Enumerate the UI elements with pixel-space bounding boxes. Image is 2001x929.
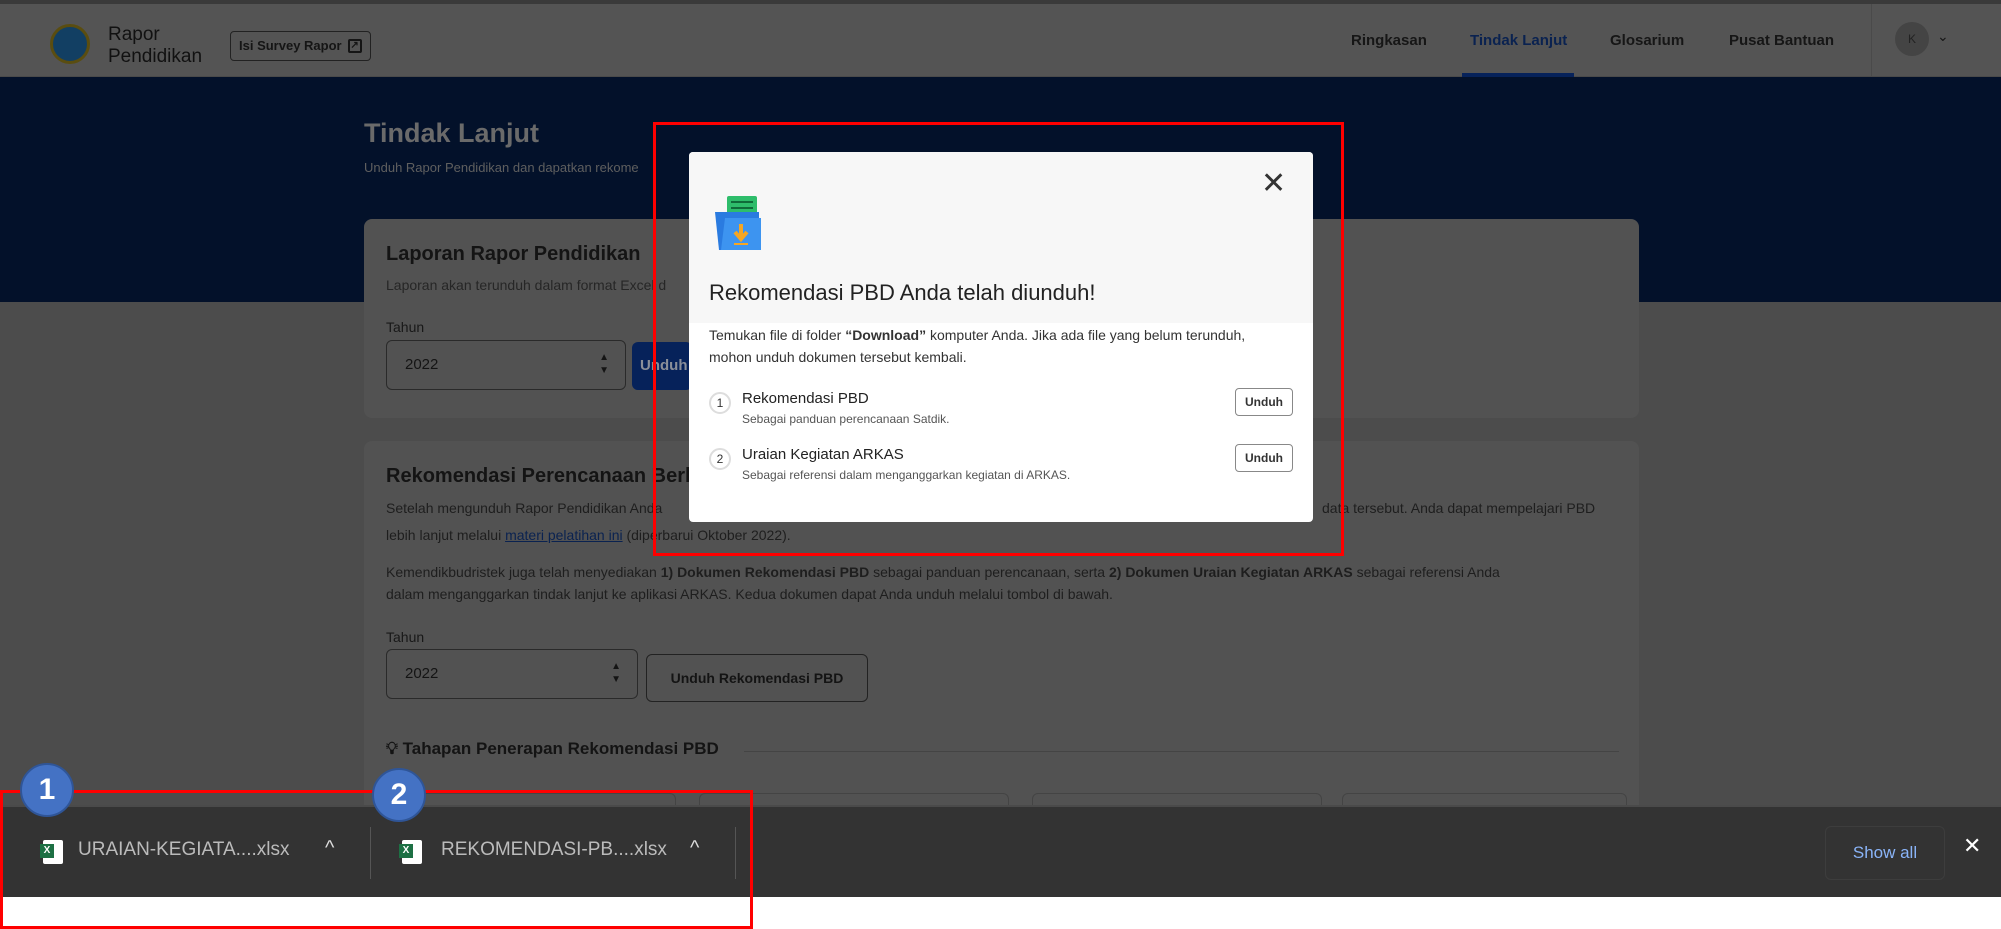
documents-paragraph: Kemendikbudristek juga telah menyediakan…	[386, 561, 1500, 605]
card-subtitle: Laporan akan terunduh dalam format Excel…	[386, 277, 667, 293]
year-select[interactable]: 2022 ▲ ▼	[386, 649, 638, 699]
text: dalam menganggarkan tindak lanjut ke apl…	[386, 586, 1113, 602]
materi-pelatihan-link[interactable]: materi pelatihan ini	[505, 527, 623, 543]
card-title: Rekomendasi Perencanaan Berb	[386, 465, 698, 487]
intro-paragraph-line1-end: data tersebut. Anda dapat mempelajari PB…	[1322, 500, 1596, 516]
chevron-up-icon[interactable]: ^	[325, 837, 334, 860]
unduh-rapor-button[interactable]: Unduh	[632, 342, 692, 390]
item-title: Uraian Kegiatan ARKAS	[742, 446, 904, 463]
close-icon[interactable]: ✕	[1963, 833, 1981, 859]
nav-ringkasan[interactable]: Ringkasan	[1351, 4, 1427, 77]
text: 2) Dokumen Uraian Kegiatan ARKAS	[1108, 564, 1353, 580]
excel-file-icon: X	[399, 840, 422, 864]
header-divider	[1871, 4, 1872, 77]
card-title: Laporan Rapor Pendidikan	[386, 243, 641, 265]
sort-arrows-icon: ▲ ▼	[611, 661, 621, 685]
unduh-rekomendasi-button[interactable]: Unduh Rekomendasi PBD	[646, 654, 868, 702]
nav-pusat-bantuan[interactable]: Pusat Bantuan	[1729, 4, 1834, 77]
step-number: 2	[709, 448, 731, 470]
folder-download-icon	[715, 196, 761, 250]
item-subtitle: Sebagai referensi dalam menganggarkan ke…	[742, 468, 1071, 482]
modal-item-arkas: 2 Uraian Kegiatan ARKAS Sebagai referens…	[709, 444, 1293, 488]
separator	[735, 827, 736, 879]
survey-button[interactable]: Isi Survey Rapor ↗	[230, 31, 371, 61]
download-item-rekomendasi[interactable]: REKOMENDASI-PB....xlsx	[441, 839, 667, 861]
text: Kemendikbudristek juga telah menyediakan	[386, 564, 661, 580]
show-all-button[interactable]: Show all	[1825, 826, 1945, 880]
survey-label: Isi Survey Rapor	[239, 38, 342, 53]
year-value: 2022	[405, 665, 439, 682]
unduh-rekomendasi-button[interactable]: Unduh	[1235, 388, 1293, 416]
divider	[744, 751, 1619, 752]
download-item-uraian[interactable]: URAIAN-KEGIATA....xlsx	[78, 839, 290, 861]
download-success-modal: ✕ Rekomendasi PBD Anda telah diunduh! Te…	[689, 152, 1313, 522]
site-header: Rapor Pendidikan Isi Survey Rapor ↗	[0, 4, 2001, 77]
brand-line2: Pendidikan	[108, 46, 203, 67]
excel-file-icon: X	[40, 840, 63, 864]
modal-title: Rekomendasi PBD Anda telah diunduh!	[709, 280, 1096, 305]
year-label: Tahun	[386, 629, 425, 645]
text: 1) Dokumen Rekomendasi PBD	[660, 564, 870, 580]
step-number: 1	[709, 392, 731, 414]
user-avatar[interactable]: K	[1895, 22, 1929, 56]
year-select[interactable]: 2022 ▲ ▼	[386, 340, 626, 390]
chevron-down-icon[interactable]: ⌄	[1937, 28, 1949, 45]
sort-arrows-icon: ▲ ▼	[599, 352, 609, 376]
text: (diperbarui Oktober 2022).	[622, 527, 791, 543]
nav-tindak-lanjut[interactable]: Tindak Lanjut	[1470, 4, 1567, 77]
modal-description: Temukan file di folder “Download” komput…	[709, 324, 1269, 368]
annotation-badge-1: 1	[20, 763, 74, 817]
steps-heading: 💡︎ Tahapan Penerapan Rekomendasi PBD	[386, 739, 719, 759]
item-subtitle: Sebagai panduan perencanaan Satdik.	[742, 412, 950, 426]
kemendikbud-logo[interactable]	[50, 24, 90, 64]
download-bar: X URAIAN-KEGIATA....xlsx ^ X REKOMENDASI…	[0, 805, 2001, 897]
nav-glosarium[interactable]: Glosarium	[1610, 4, 1684, 77]
text: lebih lanjut melalui	[386, 527, 502, 543]
intro-paragraph-line2: lebih lanjut melalui materi pelatihan in…	[386, 524, 791, 546]
year-label: Tahun	[386, 319, 425, 335]
text: “Download”	[845, 327, 927, 343]
modal-item-rekomendasi: 1 Rekomendasi PBD Sebagai panduan perenc…	[709, 388, 1293, 432]
unduh-arkas-button[interactable]: Unduh	[1235, 444, 1293, 472]
external-link-icon: ↗	[347, 39, 362, 53]
text: sebagai panduan perencanaan, serta	[869, 564, 1109, 580]
close-icon[interactable]: ✕	[1261, 166, 1286, 201]
steps-title: Tahapan Penerapan Rekomendasi PBD	[402, 739, 719, 758]
text: Temukan file di folder	[709, 327, 846, 343]
year-value: 2022	[405, 356, 439, 373]
lightbulb-icon: 💡︎	[386, 739, 398, 758]
page-subtitle: Unduh Rapor Pendidikan dan dapatkan reko…	[364, 160, 639, 175]
brand-name[interactable]: Rapor Pendidikan	[108, 24, 202, 68]
chevron-up-icon[interactable]: ^	[690, 837, 699, 860]
intro-paragraph-line1: Setelah mengunduh Rapor Pendidikan Anda	[386, 500, 663, 516]
separator	[370, 827, 371, 879]
brand-line1: Rapor	[108, 24, 160, 45]
page-title: Tindak Lanjut	[364, 118, 540, 148]
annotation-badge-2: 2	[372, 768, 426, 822]
item-title: Rekomendasi PBD	[742, 390, 869, 407]
text: sebagai referensi Anda	[1352, 564, 1500, 580]
